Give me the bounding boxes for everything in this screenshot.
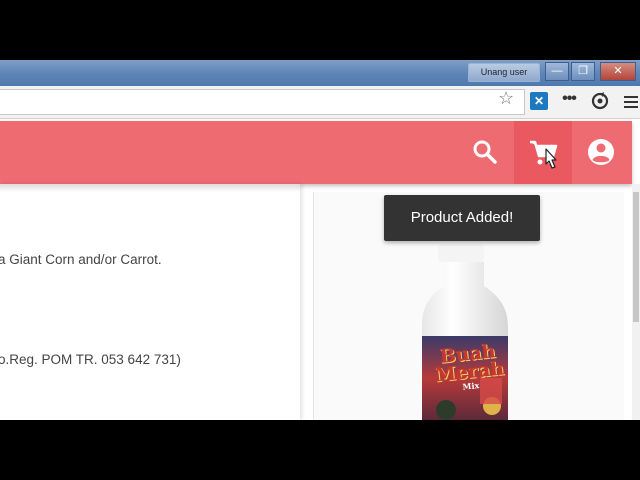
page-scrollbar[interactable] <box>632 184 640 420</box>
scrollbar-thumb[interactable] <box>633 192 639 322</box>
product-description-card <box>0 184 300 420</box>
browser-menu-icon[interactable] <box>624 93 640 109</box>
search-icon[interactable] <box>470 137 500 167</box>
header-shadow <box>0 184 300 192</box>
window-titlebar: Unang user — ❐ ✕ <box>0 60 640 86</box>
description-line: a Giant Corn and/or Carrot. <box>0 252 162 267</box>
maximize-button[interactable]: ❐ <box>571 62 595 81</box>
cart-icon <box>530 140 558 169</box>
user-badge[interactable]: Unang user <box>468 63 540 82</box>
address-bar[interactable] <box>0 89 525 115</box>
product-added-toast: Product Added! <box>384 195 540 241</box>
minimize-button[interactable]: — <box>545 62 569 81</box>
description-line: o.Reg. POM TR. 053 642 731) <box>0 352 181 367</box>
bottle-brand-label: Buah Merah Mix <box>433 340 506 392</box>
cart-button[interactable] <box>514 121 572 184</box>
extension-dots-icon[interactable]: ••• <box>558 91 580 110</box>
account-icon[interactable] <box>586 137 616 167</box>
app-header <box>0 121 632 184</box>
browser-window: Unang user — ❐ ✕ ☆ ✕ ••• a Giant Corn an… <box>0 60 640 420</box>
browser-toolbar: ☆ ✕ ••• <box>0 86 640 119</box>
extension-x-icon[interactable]: ✕ <box>530 92 548 110</box>
close-button[interactable]: ✕ <box>600 62 636 81</box>
bookmark-star-icon[interactable]: ☆ <box>498 89 514 107</box>
description-line-cut: —— ————— ——— ———— ———— —— <box>0 417 276 420</box>
product-bottle-image <box>422 244 508 420</box>
sync-icon[interactable] <box>590 91 610 111</box>
